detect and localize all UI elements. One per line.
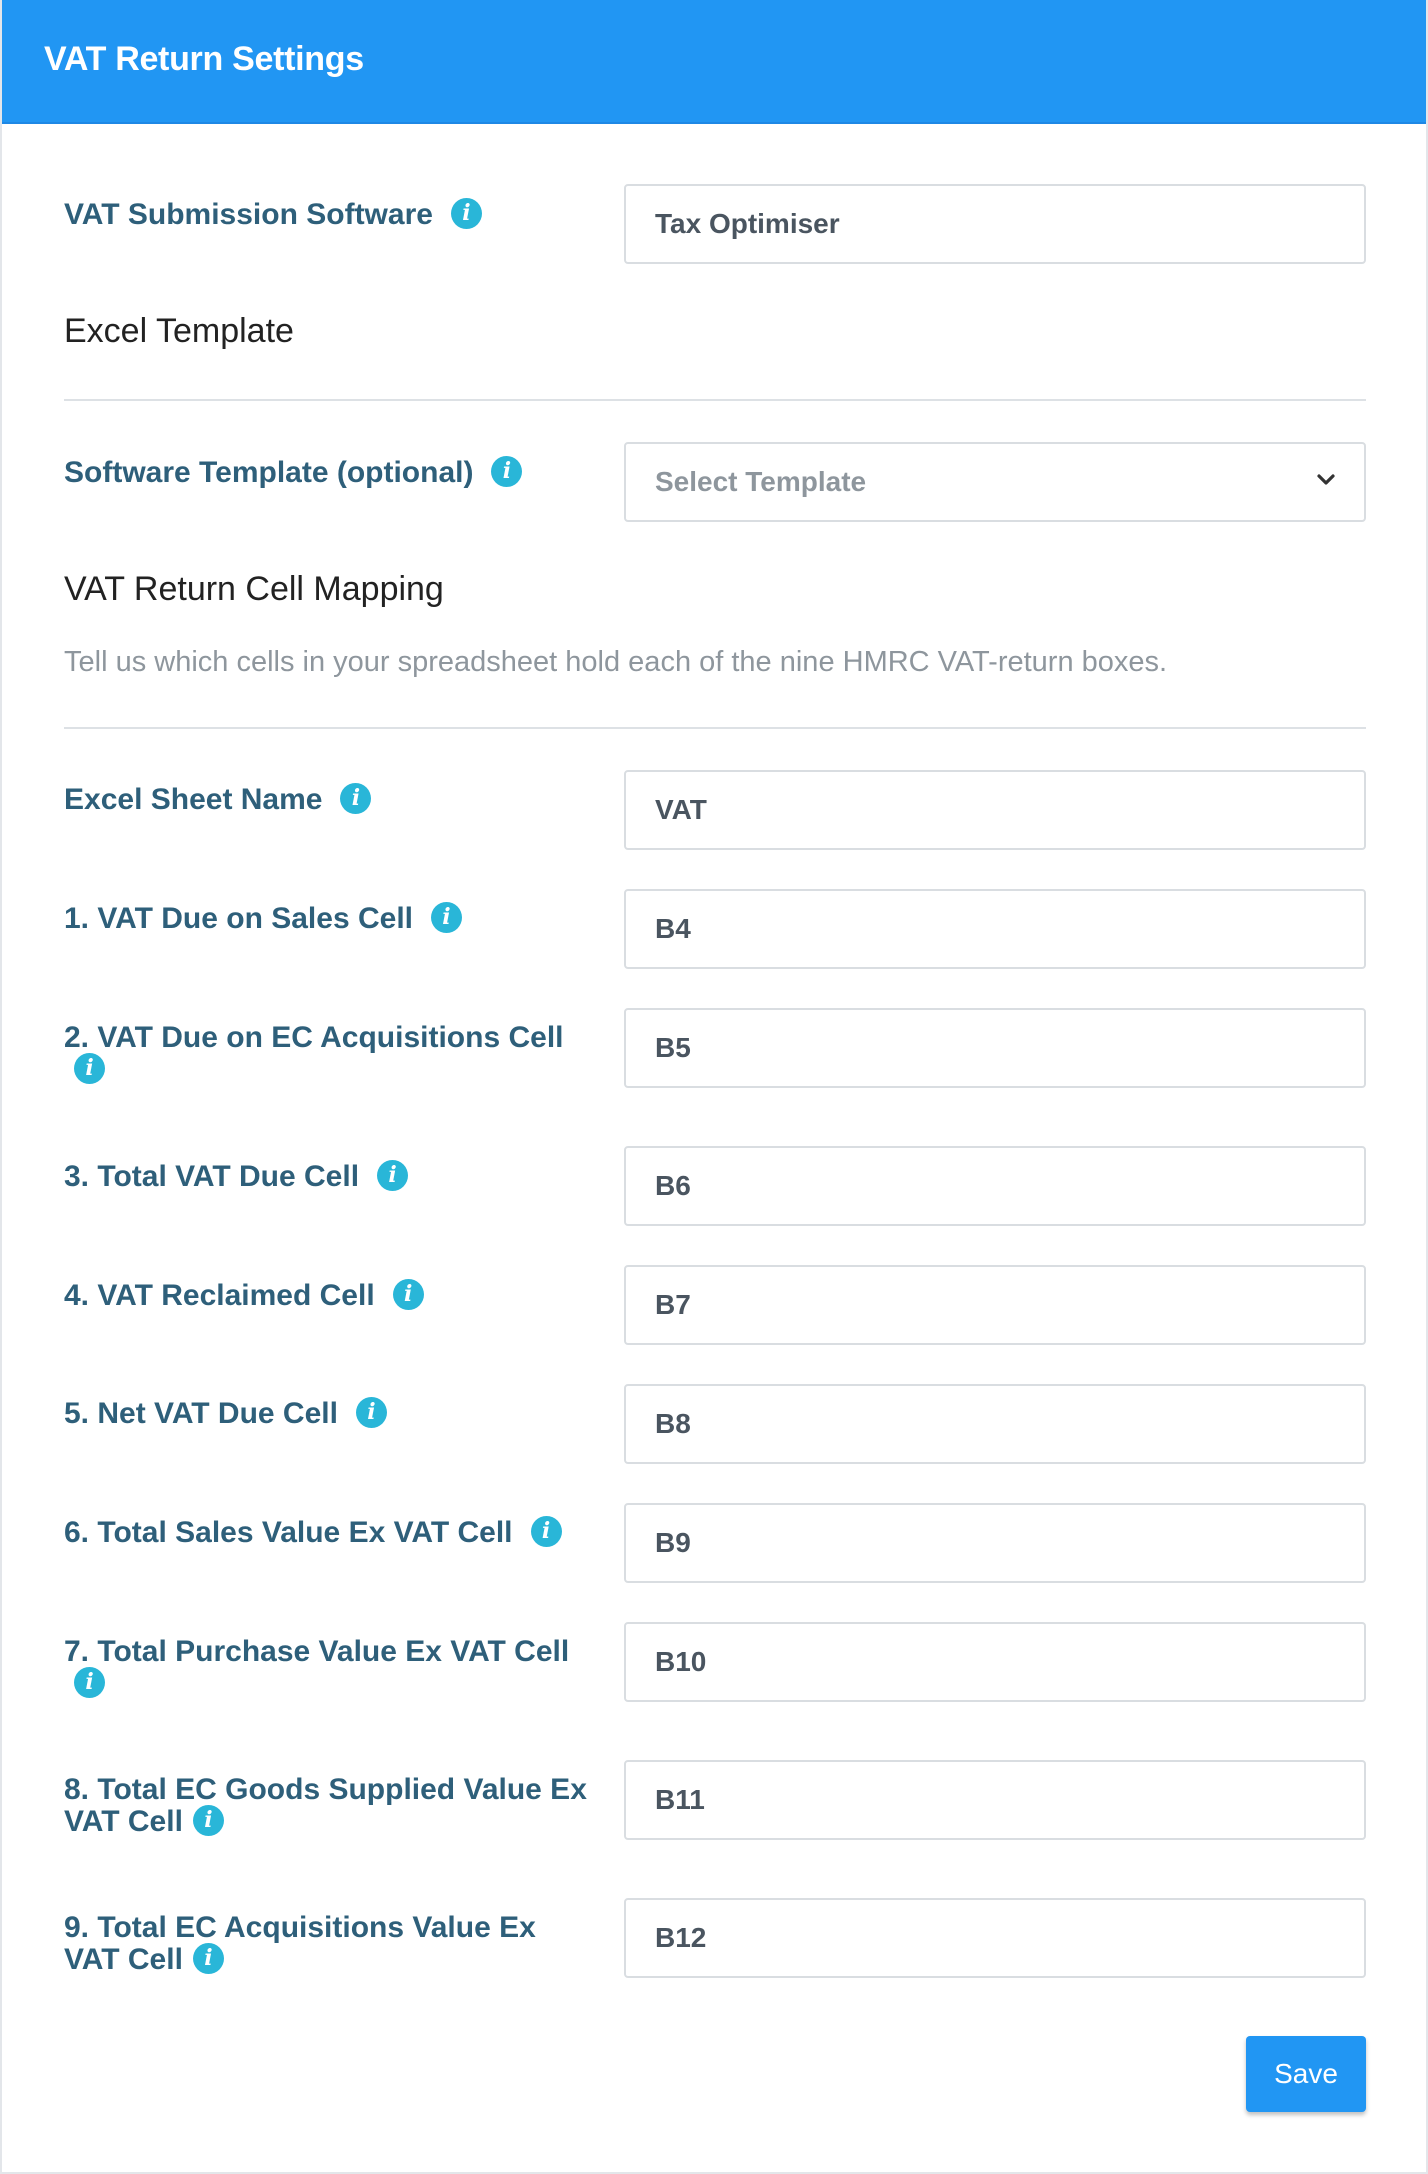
box9-label: 9. Total EC Acquisitions Value Ex VAT Ce… (64, 1911, 536, 1976)
box4-label: 4. VAT Reclaimed Cell i (64, 1278, 594, 1313)
settings-panel: VAT Return Settings VAT Submission Softw… (0, 0, 1428, 2174)
sheet-name-input[interactable] (624, 770, 1366, 850)
panel-header: VAT Return Settings (2, 0, 1426, 124)
box3-label: 3. Total VAT Due Cell i (64, 1159, 594, 1194)
box5-label: 5. Net VAT Due Cell i (64, 1396, 594, 1431)
divider (64, 727, 1366, 729)
info-icon[interactable]: i (430, 901, 462, 933)
page-title: VAT Return Settings (44, 40, 364, 78)
info-icon[interactable]: i (491, 455, 523, 487)
box6-cell-input[interactable] (624, 1503, 1366, 1583)
box8-label: 8. Total EC Goods Supplied Value Ex VAT … (64, 1773, 587, 1838)
info-icon[interactable]: i (530, 1515, 562, 1547)
save-button[interactable]: Save (1246, 2036, 1366, 2112)
box5-cell-input[interactable] (624, 1384, 1366, 1464)
info-icon[interactable]: i (74, 1666, 105, 1698)
info-icon[interactable]: i (377, 1159, 409, 1191)
box7-cell-input[interactable] (624, 1622, 1366, 1702)
software-input[interactable] (624, 184, 1366, 264)
info-icon[interactable]: i (450, 197, 482, 229)
software-template-label: Software Template (optional) i (64, 455, 594, 490)
template-select[interactable]: Select Template (624, 442, 1366, 522)
software-label: VAT Submission Software i (64, 197, 594, 232)
box1-label: 1. VAT Due on Sales Cell i (64, 901, 594, 936)
cell-mapping-hint: Tell us which cells in your spreadsheet … (64, 646, 1168, 678)
info-icon[interactable]: i (192, 1942, 224, 1974)
template-select-placeholder: Select Template (655, 466, 867, 497)
box6-label: 6. Total Sales Value Ex VAT Cell i (64, 1515, 594, 1550)
box4-cell-input[interactable] (624, 1265, 1366, 1345)
info-icon[interactable]: i (74, 1052, 105, 1084)
box3-cell-input[interactable] (624, 1146, 1366, 1226)
info-icon[interactable]: i (340, 782, 372, 814)
divider (64, 399, 1366, 401)
excel-template-heading: Excel Template (64, 312, 294, 350)
info-icon[interactable]: i (392, 1278, 424, 1310)
box7-label: 7. Total Purchase Value Ex VAT Celli (64, 1636, 604, 1701)
info-icon[interactable]: i (355, 1396, 387, 1428)
box1-cell-input[interactable] (624, 889, 1366, 969)
box2-cell-input[interactable] (624, 1008, 1366, 1088)
box2-label: 2. VAT Due on EC Acquisitions Celli (64, 1022, 584, 1087)
box9-cell-input[interactable] (624, 1898, 1366, 1978)
sheet-name-label: Excel Sheet Name i (64, 782, 594, 817)
cell-mapping-heading: VAT Return Cell Mapping (64, 570, 444, 608)
box8-cell-input[interactable] (624, 1760, 1366, 1840)
chevron-down-icon (1317, 474, 1335, 485)
info-icon[interactable]: i (192, 1804, 224, 1836)
